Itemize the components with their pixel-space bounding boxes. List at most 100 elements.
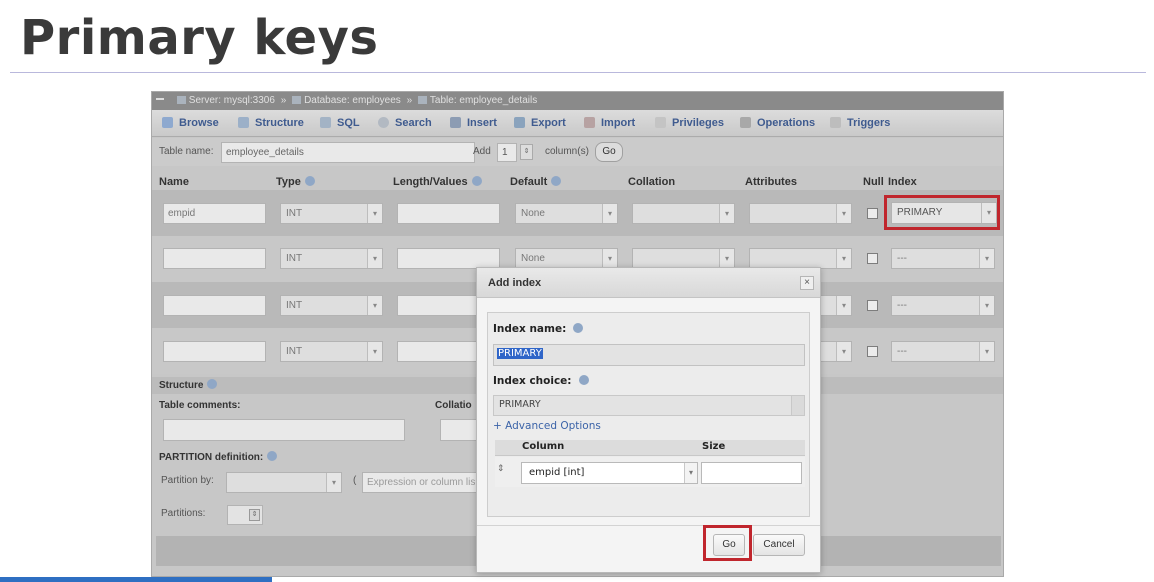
partition-by-label: Partition by: <box>161 475 214 486</box>
index-choice-select[interactable]: PRIMARY <box>493 395 805 416</box>
column-collation-select[interactable]: ▾ <box>632 203 735 224</box>
chevron-down-icon <box>791 396 804 415</box>
help-icon[interactable] <box>304 176 315 186</box>
null-checkbox[interactable] <box>867 300 878 311</box>
open-paren: ( <box>353 475 357 486</box>
add-columns-go-button[interactable]: Go <box>595 142 623 162</box>
section-title: Structure <box>159 380 204 391</box>
tab-operations[interactable]: Operations <box>740 110 815 137</box>
column-header: Column <box>522 441 565 452</box>
tab-triggers[interactable]: Triggers <box>830 110 890 137</box>
column-type-select[interactable]: INT ▾ <box>280 248 383 269</box>
help-icon[interactable] <box>573 323 584 333</box>
index-size-input[interactable] <box>701 462 802 484</box>
tab-label: Insert <box>467 117 497 129</box>
tab-export[interactable]: Export <box>514 110 566 137</box>
tab-structure[interactable]: Structure <box>238 110 304 137</box>
stepper-icon[interactable]: ⇕ <box>249 509 260 521</box>
add-columns-count[interactable]: 1 <box>497 143 517 162</box>
advanced-options-link[interactable]: + Advanced Options <box>493 420 601 432</box>
help-icon[interactable] <box>551 176 562 186</box>
tab-label: Import <box>601 117 636 129</box>
null-checkbox[interactable] <box>867 346 878 357</box>
close-icon[interactable]: × <box>800 276 814 290</box>
help-icon[interactable] <box>207 379 218 389</box>
help-icon[interactable] <box>267 451 278 461</box>
slide-title: Primary keys <box>20 10 379 66</box>
column-header-label: Length/Values <box>393 176 468 188</box>
chevron-down-icon: ▾ <box>602 249 617 268</box>
index-name-label: Index name: <box>493 323 584 335</box>
column-default-select[interactable]: None ▾ <box>515 248 618 269</box>
table-comments-input[interactable] <box>163 419 405 441</box>
column-name-input[interactable] <box>163 341 266 362</box>
partition-expression-input[interactable]: Expression or column lis <box>362 472 477 493</box>
chevron-down-icon: ▾ <box>836 296 851 315</box>
tab-import[interactable]: Import <box>584 110 635 137</box>
columns-label: column(s) <box>545 146 589 157</box>
breadcrumb-table[interactable]: Table: employee_details <box>430 95 537 106</box>
column-default-select[interactable]: None ▾ <box>515 203 618 224</box>
index-name-input[interactable]: PRIMARY <box>493 344 805 366</box>
index-select[interactable]: --- ▾ <box>891 341 995 362</box>
partitions-input[interactable]: ⇕ <box>227 505 263 525</box>
table-name-input[interactable]: employee_details <box>221 142 475 163</box>
cancel-button[interactable]: Cancel <box>753 534 805 556</box>
add-columns-stepper[interactable]: ⇕ <box>520 144 533 160</box>
column-header-type: Type <box>276 176 315 188</box>
breadcrumb: Server: mysql:3306 » Database: employees… <box>152 92 1003 110</box>
null-checkbox[interactable] <box>867 208 878 219</box>
table-icon <box>417 96 427 104</box>
label-text: Index choice: <box>493 375 572 387</box>
select-value: --- <box>897 346 907 357</box>
breadcrumb-database[interactable]: Database: employees <box>304 95 401 106</box>
column-collation-select[interactable]: ▾ <box>632 248 735 269</box>
select-value: INT <box>286 346 303 357</box>
column-type-select[interactable]: INT ▾ <box>280 341 383 362</box>
select-value: INT <box>286 300 303 311</box>
index-column-select[interactable]: empid [int] ▾ <box>521 462 698 484</box>
index-select[interactable]: --- ▾ <box>891 248 995 269</box>
table-collation-select[interactable] <box>440 419 480 441</box>
drag-handle-icon[interactable]: ⇕ <box>497 463 505 474</box>
import-icon <box>584 117 595 128</box>
column-attributes-select[interactable]: ▾ <box>749 248 852 269</box>
chevron-down-icon: ▾ <box>367 204 382 223</box>
column-header-default: Default <box>510 176 562 188</box>
column-name-input[interactable]: empid <box>163 203 266 224</box>
server-icon <box>176 96 186 104</box>
breadcrumb-server[interactable]: Server: mysql:3306 <box>189 95 275 106</box>
column-header-length: Length/Values <box>393 176 482 188</box>
column-attributes-select[interactable]: ▾ <box>749 203 852 224</box>
partition-definition-label: PARTITION definition: <box>159 451 278 463</box>
tab-sql[interactable]: SQL <box>320 110 360 137</box>
size-header: Size <box>702 441 726 452</box>
chevron-down-icon: ▾ <box>719 204 734 223</box>
tab-search[interactable]: Search <box>378 110 432 137</box>
help-icon[interactable] <box>578 375 589 385</box>
index-choice-label: Index choice: <box>493 375 589 387</box>
help-icon[interactable] <box>471 176 482 186</box>
column-length-input[interactable] <box>397 248 500 269</box>
tab-privileges[interactable]: Privileges <box>655 110 724 137</box>
column-row: empid INT ▾ None ▾ ▾ ▾ PRIMARY ▾ <box>152 190 1003 236</box>
column-length-input[interactable] <box>397 203 500 224</box>
tab-label: Structure <box>255 117 304 129</box>
chevron-down-icon: ▾ <box>684 463 697 483</box>
column-name-input[interactable] <box>163 248 266 269</box>
chevron-down-icon: ▾ <box>836 204 851 223</box>
index-highlight-box <box>884 195 1000 230</box>
partition-by-select[interactable]: ▾ <box>226 472 342 493</box>
null-checkbox[interactable] <box>867 253 878 264</box>
select-value: --- <box>897 300 907 311</box>
browse-icon <box>162 117 173 128</box>
index-column-row: ⇕ empid [int] ▾ <box>495 457 805 487</box>
index-select[interactable]: --- ▾ <box>891 295 995 316</box>
column-type-select[interactable]: INT ▾ <box>280 295 383 316</box>
column-type-select[interactable]: INT ▾ <box>280 203 383 224</box>
column-name-input[interactable] <box>163 295 266 316</box>
collapse-icon[interactable] <box>156 98 164 100</box>
tab-browse[interactable]: Browse <box>162 110 219 137</box>
chevron-down-icon: ▾ <box>719 249 734 268</box>
tab-insert[interactable]: Insert <box>450 110 497 137</box>
